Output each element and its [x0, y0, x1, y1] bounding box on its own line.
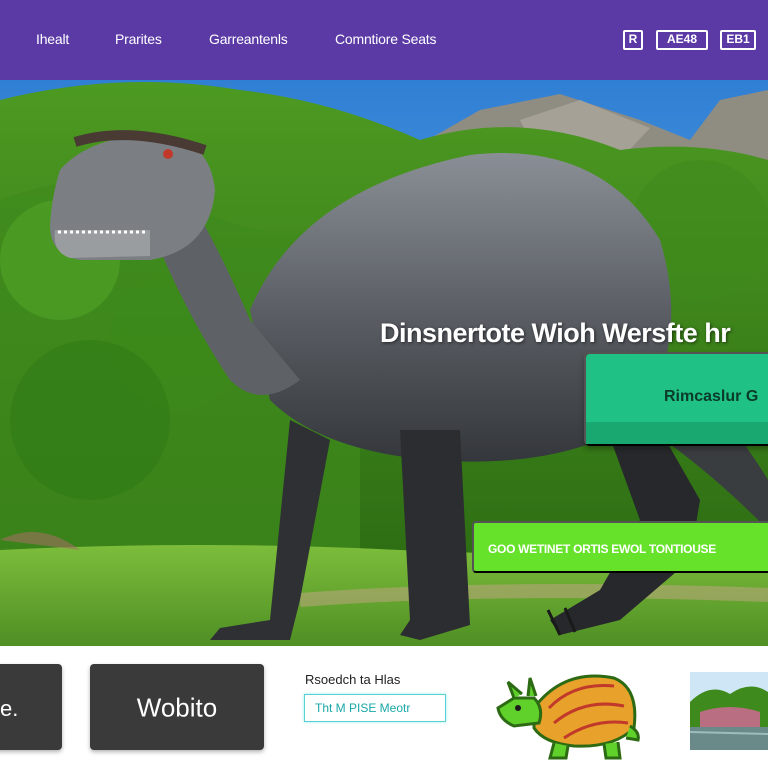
- hero-banner: Dinsnertote Wioh Wersfte hr Rimcaslur G …: [0, 80, 768, 646]
- top-navbar: Ihealt Prarites Garreantenls Comntiore S…: [0, 0, 768, 80]
- dinosaur-mascot-icon: [496, 674, 640, 760]
- secondary-cta-button[interactable]: GOO WETINET ORTIS EWOL TONTIOUSE: [472, 521, 768, 573]
- promo-input-box[interactable]: Tht M PISE Meotr: [304, 694, 446, 722]
- feature-card-small[interactable]: e.: [0, 664, 62, 750]
- promo-heading: Rsoedch ta Hlas: [305, 672, 401, 687]
- nav-link-1[interactable]: Ihealt: [36, 31, 69, 47]
- feature-card-small-label: e.: [0, 696, 19, 721]
- nav-link-2[interactable]: Prarites: [115, 31, 162, 47]
- primary-cta-button[interactable]: Rimcaslur G: [584, 352, 768, 446]
- hero-title: Dinsnertote Wioh Wersfte hr: [380, 318, 731, 349]
- feature-row: e. Wobito Rsoedch ta Hlas Tht M PISE Meo…: [0, 646, 768, 768]
- language-badge[interactable]: AE48: [656, 30, 708, 50]
- secondary-cta-label: GOO WETINET ORTIS EWOL TONTIOUSE: [488, 542, 716, 556]
- r-logo-icon[interactable]: R: [623, 30, 643, 50]
- primary-cta-underbar: [586, 422, 768, 444]
- primary-cta-label: Rimcaslur G: [664, 388, 759, 405]
- feature-card-main-label: Wobito: [136, 692, 218, 723]
- nav-link-4[interactable]: Comntiore Seats: [335, 31, 436, 47]
- promo-box-text: Tht M PISE Meotr: [315, 701, 411, 715]
- account-badge[interactable]: EB1: [720, 30, 756, 50]
- feature-card-main[interactable]: Wobito: [90, 664, 264, 750]
- nav-link-3[interactable]: Garreantenls: [209, 31, 288, 47]
- landscape-thumbnail[interactable]: [690, 672, 768, 750]
